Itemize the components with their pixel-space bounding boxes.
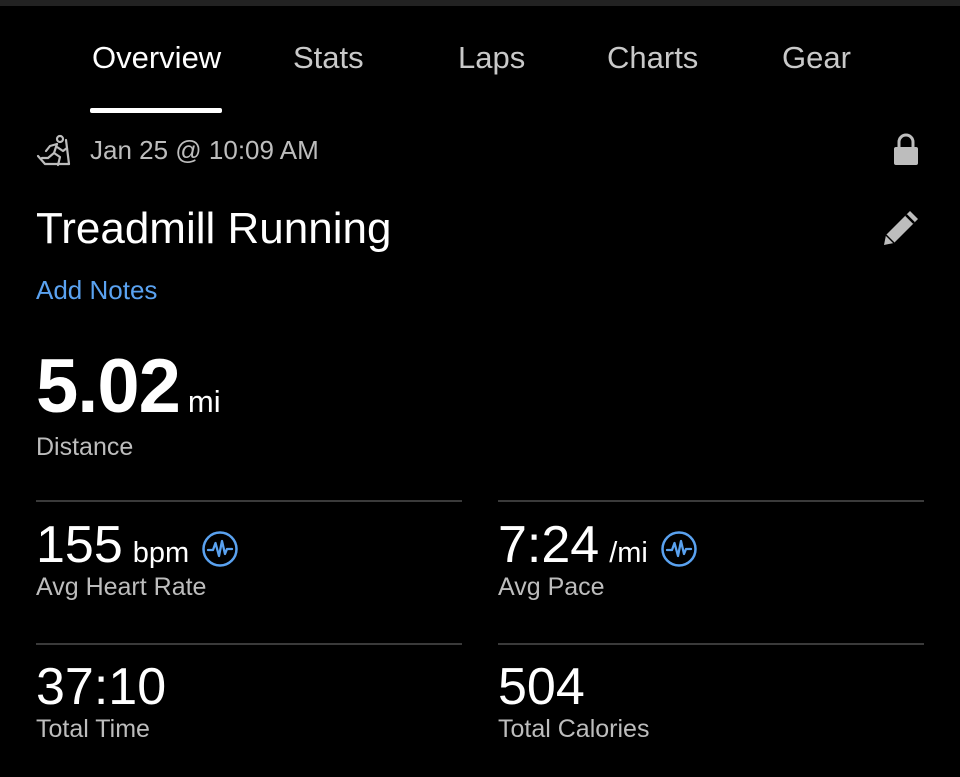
pencil-icon[interactable] (880, 207, 922, 249)
stat-label: Avg Heart Rate (36, 573, 207, 601)
treadmill-run-icon (36, 134, 71, 167)
stat-label: Avg Pace (498, 573, 605, 601)
stat-value: 7:24 (498, 516, 600, 574)
distance-number: 5.02 (36, 344, 181, 429)
add-notes-link[interactable]: Add Notes (36, 275, 157, 306)
stat-avg-heart-rate: 155 bpm Avg Heart Rate (36, 515, 462, 625)
activity-meta-row: Jan 25 @ 10:09 AM (36, 132, 924, 170)
active-tab-indicator (90, 108, 222, 113)
tab-bar: Overview Stats Laps Charts Gear (0, 40, 960, 116)
distance-value: 5.02 mi (36, 343, 221, 430)
stat-total-time: 37:10 Total Time (36, 657, 462, 767)
divider (498, 643, 924, 645)
lock-icon (894, 133, 918, 165)
tab-charts[interactable]: Charts (607, 40, 698, 76)
stat-value: 37:10 (36, 658, 167, 716)
stat-total-calories: 504 Total Calories (498, 657, 924, 767)
tab-gear[interactable]: Gear (782, 40, 851, 76)
stat-value: 155 (36, 516, 123, 574)
stat-label: Total Time (36, 715, 150, 743)
stat-avg-pace: 7:24 /mi Avg Pace (498, 515, 924, 625)
distance-unit: mi (187, 384, 221, 419)
tab-overview[interactable]: Overview (92, 40, 221, 76)
divider (36, 500, 462, 502)
divider (36, 643, 462, 645)
tab-laps[interactable]: Laps (458, 40, 525, 76)
activity-datetime: Jan 25 @ 10:09 AM (90, 135, 319, 165)
status-bar-strip (0, 0, 960, 6)
distance-label: Distance (36, 433, 134, 461)
stat-unit: bpm (132, 537, 190, 569)
stat-label: Total Calories (498, 715, 650, 743)
heart-rate-sensor-icon (661, 531, 697, 567)
activity-title: Treadmill Running (36, 204, 392, 253)
divider (498, 500, 924, 502)
tab-stats[interactable]: Stats (293, 40, 364, 76)
heart-rate-sensor-icon (202, 531, 238, 567)
stat-unit: /mi (609, 537, 648, 569)
stat-value: 504 (498, 658, 585, 716)
